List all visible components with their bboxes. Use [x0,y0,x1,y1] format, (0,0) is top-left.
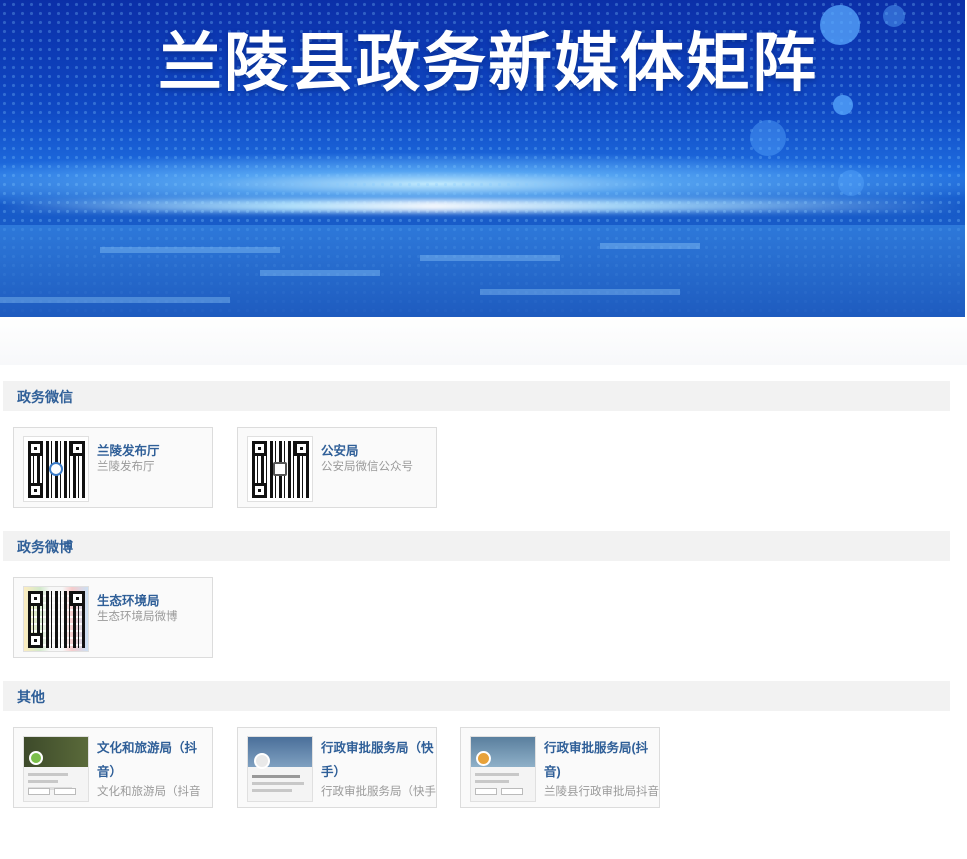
account-card[interactable]: 行政审批服务局(抖音) 兰陵县行政审批局抖音 [460,727,660,808]
account-desc: 行政审批服务局（快手 [321,786,436,798]
bubble-decoration [833,95,853,115]
section-header-other: 其他 [3,681,950,711]
account-desc: 兰陵县行政审批局抖音 [544,786,659,798]
bubble-decoration [838,170,864,196]
banner-floor [0,225,965,317]
section-title: 政务微博 [17,539,73,555]
floor-stripe [260,270,380,276]
qr-code-icon [247,436,313,502]
account-desc: 公安局微信公众号 [321,461,413,473]
account-name[interactable]: 行政审批服务局(抖音) [544,736,659,784]
spacer [0,317,967,365]
app-screenshot-icon [23,736,89,802]
account-desc: 生态环境局微博 [97,611,178,623]
floor-stripe [100,247,280,253]
floor-stripe [600,243,700,249]
floor-stripe [420,255,560,261]
banner: 兰陵县政务新媒体矩阵 [0,0,965,317]
account-desc: 文化和旅游局（抖音 [97,786,201,798]
banner-glow [0,200,965,212]
account-desc: 兰陵发布厅 [97,461,155,473]
floor-stripe [0,297,230,303]
section-header-weibo: 政务微博 [3,531,950,561]
qr-code-icon [23,436,89,502]
section-header-wechat: 政务微信 [3,381,950,411]
account-card[interactable]: 行政审批服务局（快手） 行政审批服务局（快手 [237,727,437,808]
app-screenshot-icon [247,736,313,802]
account-name[interactable]: 行政审批服务局（快手） [321,736,436,784]
section-title: 政务微信 [17,389,73,405]
bubble-decoration [750,120,786,156]
account-card[interactable]: 公安局 公安局微信公众号 [237,427,437,508]
bubble-decoration [820,5,860,45]
account-name[interactable]: 文化和旅游局（抖音） [97,736,212,784]
account-card[interactable]: 文化和旅游局（抖音） 文化和旅游局（抖音 [13,727,213,808]
account-card[interactable]: 兰陵发布厅 兰陵发布厅 [13,427,213,508]
app-screenshot-icon [470,736,536,802]
qr-code-icon [23,586,89,652]
section-title: 其他 [17,689,45,705]
floor-stripe [480,289,680,295]
page-title: 兰陵县政务新媒体矩阵 [158,27,818,101]
bubble-decoration [883,5,905,27]
account-card[interactable]: 生态环境局 生态环境局微博 [13,577,213,658]
